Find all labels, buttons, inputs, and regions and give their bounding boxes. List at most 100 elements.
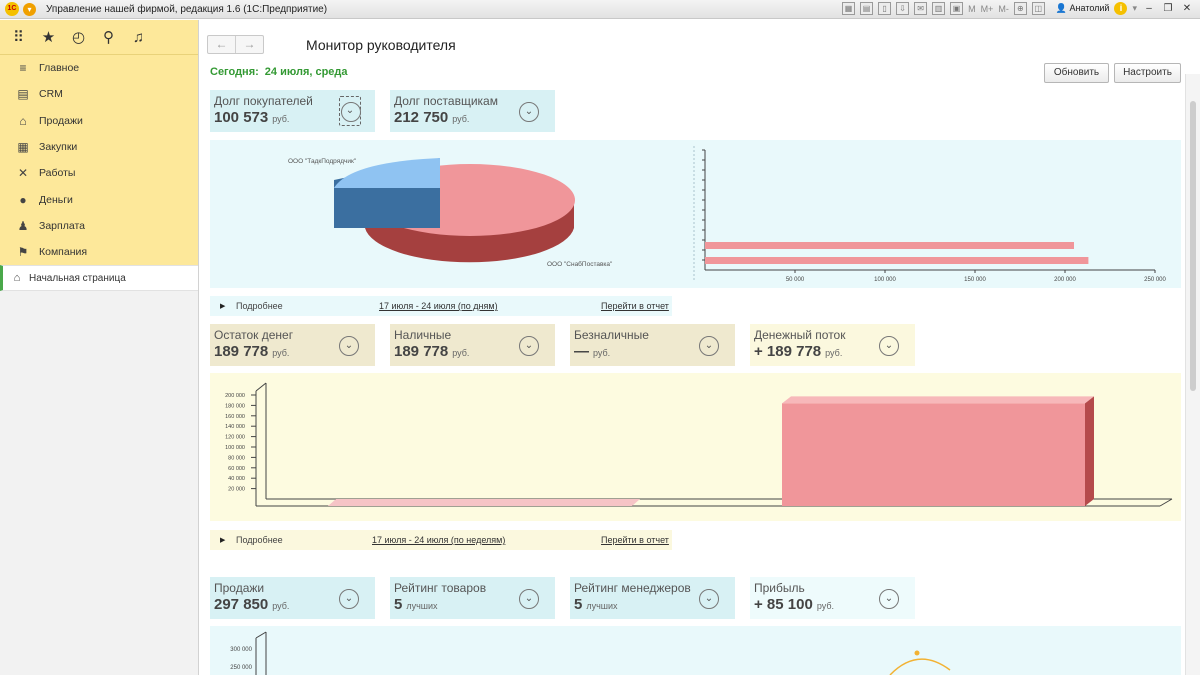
chevron-down-icon[interactable]: ⌄ [519, 589, 539, 609]
chevron-down-icon[interactable]: ⌄ [339, 336, 359, 356]
y-tick-label: 100 000 [225, 445, 245, 451]
line-point [914, 650, 920, 656]
calculator-icon[interactable]: ▥ [932, 2, 946, 15]
profit-line [889, 658, 951, 675]
favorites-star-icon[interactable]: ★ [41, 28, 56, 46]
non-cash-card[interactable]: Безналичные — руб. ⌄ [570, 324, 735, 366]
card-unit: руб. [825, 348, 843, 358]
y-tick-label: 200 000 [225, 393, 245, 399]
sidebar-item-purchases[interactable]: ▦ Закупки [0, 134, 198, 160]
scroll-thumb[interactable] [1190, 101, 1196, 391]
details-label[interactable]: Подробнее [236, 301, 283, 311]
sidebar-item-label: Закупки [39, 141, 78, 154]
bars [328, 396, 1094, 506]
memory-button[interactable]: M [968, 4, 976, 14]
y-tick-label: 300 000 [230, 647, 252, 653]
chevron-down-icon[interactable]: ⌄ [879, 336, 899, 356]
expand-triangle-icon[interactable]: ▶ [220, 536, 225, 544]
go-to-report-link[interactable]: Перейти в отчет [601, 301, 669, 311]
main-content: ← → Монитор руководителя Сегодня: 24 июля… [200, 20, 1200, 675]
window-titlebar: 1С ▾ Управление нашей фирмой, редакция 1… [0, 0, 1200, 19]
pie-label-snab: ООО "СнабПоставка" [547, 260, 613, 268]
buyers-debt-card[interactable]: Долг покупателей 100 573 руб. ⌄ [210, 90, 375, 132]
user-name: Анатолий [1069, 3, 1110, 13]
coin-icon: ● [19, 192, 27, 207]
home-page-label: Начальная страница [29, 272, 126, 284]
current-user[interactable]: 👤 Анатолий [1056, 3, 1110, 14]
bar [705, 257, 1089, 264]
profit-card[interactable]: Прибыль + 85 100 руб. ⌄ [750, 577, 915, 619]
chevron-down-icon[interactable]: ⌄ [519, 336, 539, 356]
y-tick-label: 40 000 [228, 476, 245, 482]
preview-icon[interactable]: ▯ [878, 2, 892, 15]
y-tick-label: 80 000 [228, 455, 245, 461]
sidebar-item-main[interactable]: ≡ Главное [0, 55, 198, 81]
sidebar-item-company[interactable]: ⚑ Компания [0, 239, 198, 265]
managers-rating-card[interactable]: Рейтинг менеджеров 5 лучших ⌄ [570, 577, 735, 619]
settings-button[interactable]: Настроить [1114, 63, 1181, 83]
x-tick-label: 100 000 [874, 277, 896, 283]
chevron-down-icon[interactable]: ⌄ [879, 589, 899, 609]
y-tick-label: 140 000 [225, 424, 245, 430]
chevron-down-icon[interactable]: ⌄ [699, 336, 719, 356]
period-link[interactable]: 17 июля - 24 июля (по дням) [379, 301, 498, 311]
info-icon[interactable]: i [1114, 2, 1128, 15]
chevron-down-icon[interactable]: ▾ [1132, 3, 1137, 14]
sales-card[interactable]: Продажи 297 850 руб. ⌄ [210, 577, 375, 619]
forward-arrow-icon[interactable]: → [235, 36, 263, 53]
sidebar-item-salary[interactable]: ♟ Зарплата [0, 213, 198, 239]
chevron-down-icon[interactable]: ⌄ [699, 589, 719, 609]
attach-icon[interactable]: ⇩ [896, 2, 910, 15]
card-unit: руб. [593, 348, 611, 358]
vertical-scrollbar[interactable] [1185, 74, 1200, 675]
sections-panel: ⠿ ★ ◴ ⚲ ♫ ≡ Главное ▤ CRM ⌂ Продажи ▦ Закупк… [0, 20, 198, 265]
calendar-icon[interactable]: ▣ [950, 2, 964, 15]
history-icon[interactable]: ◴ [71, 28, 86, 46]
sidebar-item-crm[interactable]: ▤ CRM [0, 81, 198, 107]
products-rating-card[interactable]: Рейтинг товаров 5 лучших ⌄ [390, 577, 555, 619]
bar [705, 242, 1074, 249]
go-to-report-link[interactable]: Перейти в отчет [601, 535, 669, 545]
card-amount: + 85 100 [754, 596, 813, 613]
zoom-icon[interactable]: ⊕ [1013, 2, 1027, 15]
x-tick-label: 250 000 [1144, 277, 1166, 283]
money-balance-card[interactable]: Остаток денег 189 778 руб. ⌄ [210, 324, 375, 366]
cash-card[interactable]: Наличные 189 778 руб. ⌄ [390, 324, 555, 366]
print-icon[interactable]: ▤ [860, 2, 874, 15]
chevron-down-icon[interactable]: ⌄ [339, 96, 361, 126]
expand-triangle-icon[interactable]: ▶ [220, 302, 225, 310]
restore-icon[interactable]: ❐ [1161, 3, 1175, 14]
back-arrow-icon[interactable]: ← [208, 36, 235, 53]
refresh-button[interactable]: Обновить [1044, 63, 1109, 83]
apps-grid-icon[interactable]: ⠿ [11, 28, 26, 46]
sidebar-item-home-page[interactable]: ⌂ Начальная страница [0, 265, 198, 291]
search-icon[interactable]: ⚲ [101, 28, 116, 46]
sidebar-item-money[interactable]: ● Деньги [0, 186, 198, 212]
x-tick-label: 50 000 [786, 277, 805, 283]
memory-plus-button[interactable]: M+ [981, 4, 994, 14]
crm-card-icon: ▤ [17, 87, 29, 102]
panel-icon[interactable]: ◫ [1031, 2, 1045, 15]
sidebar-item-sales[interactable]: ⌂ Продажи [0, 108, 198, 134]
sidebar: ⠿ ★ ◴ ⚲ ♫ ≡ Главное ▤ CRM ⌂ Продажи ▦ Закупк… [0, 20, 199, 675]
sidebar-item-works[interactable]: ✕ Работы [0, 160, 198, 186]
horizontal-bar-chart: 50 000 100 000 150 000 200 000 250 000 [702, 149, 1167, 283]
cash-flow-card[interactable]: Денежный поток + 189 778 руб. ⌄ [750, 324, 915, 366]
main-menu-icon[interactable]: ▾ [23, 2, 36, 16]
minimize-icon[interactable]: – [1142, 3, 1156, 14]
chevron-down-icon[interactable]: ⌄ [519, 102, 539, 122]
bar [782, 403, 1085, 506]
cart-icon: ▦ [17, 140, 29, 155]
grid-icon[interactable]: ▦ [842, 2, 856, 15]
period-link[interactable]: 17 июля - 24 июля (по неделям) [372, 535, 505, 545]
details-label[interactable]: Подробнее [236, 535, 283, 545]
card-unit: руб. [272, 601, 290, 611]
bar [328, 499, 640, 506]
chevron-down-icon[interactable]: ⌄ [339, 589, 359, 609]
suppliers-debt-card[interactable]: Долг поставщикам 212 750 руб. ⌄ [390, 90, 555, 132]
memory-minus-button[interactable]: M- [998, 4, 1009, 14]
close-icon[interactable]: ✕ [1180, 3, 1194, 14]
mail-icon[interactable]: ✉ [914, 2, 928, 15]
bell-icon[interactable]: ♫ [131, 29, 146, 46]
card-amount: 297 850 [214, 596, 269, 613]
